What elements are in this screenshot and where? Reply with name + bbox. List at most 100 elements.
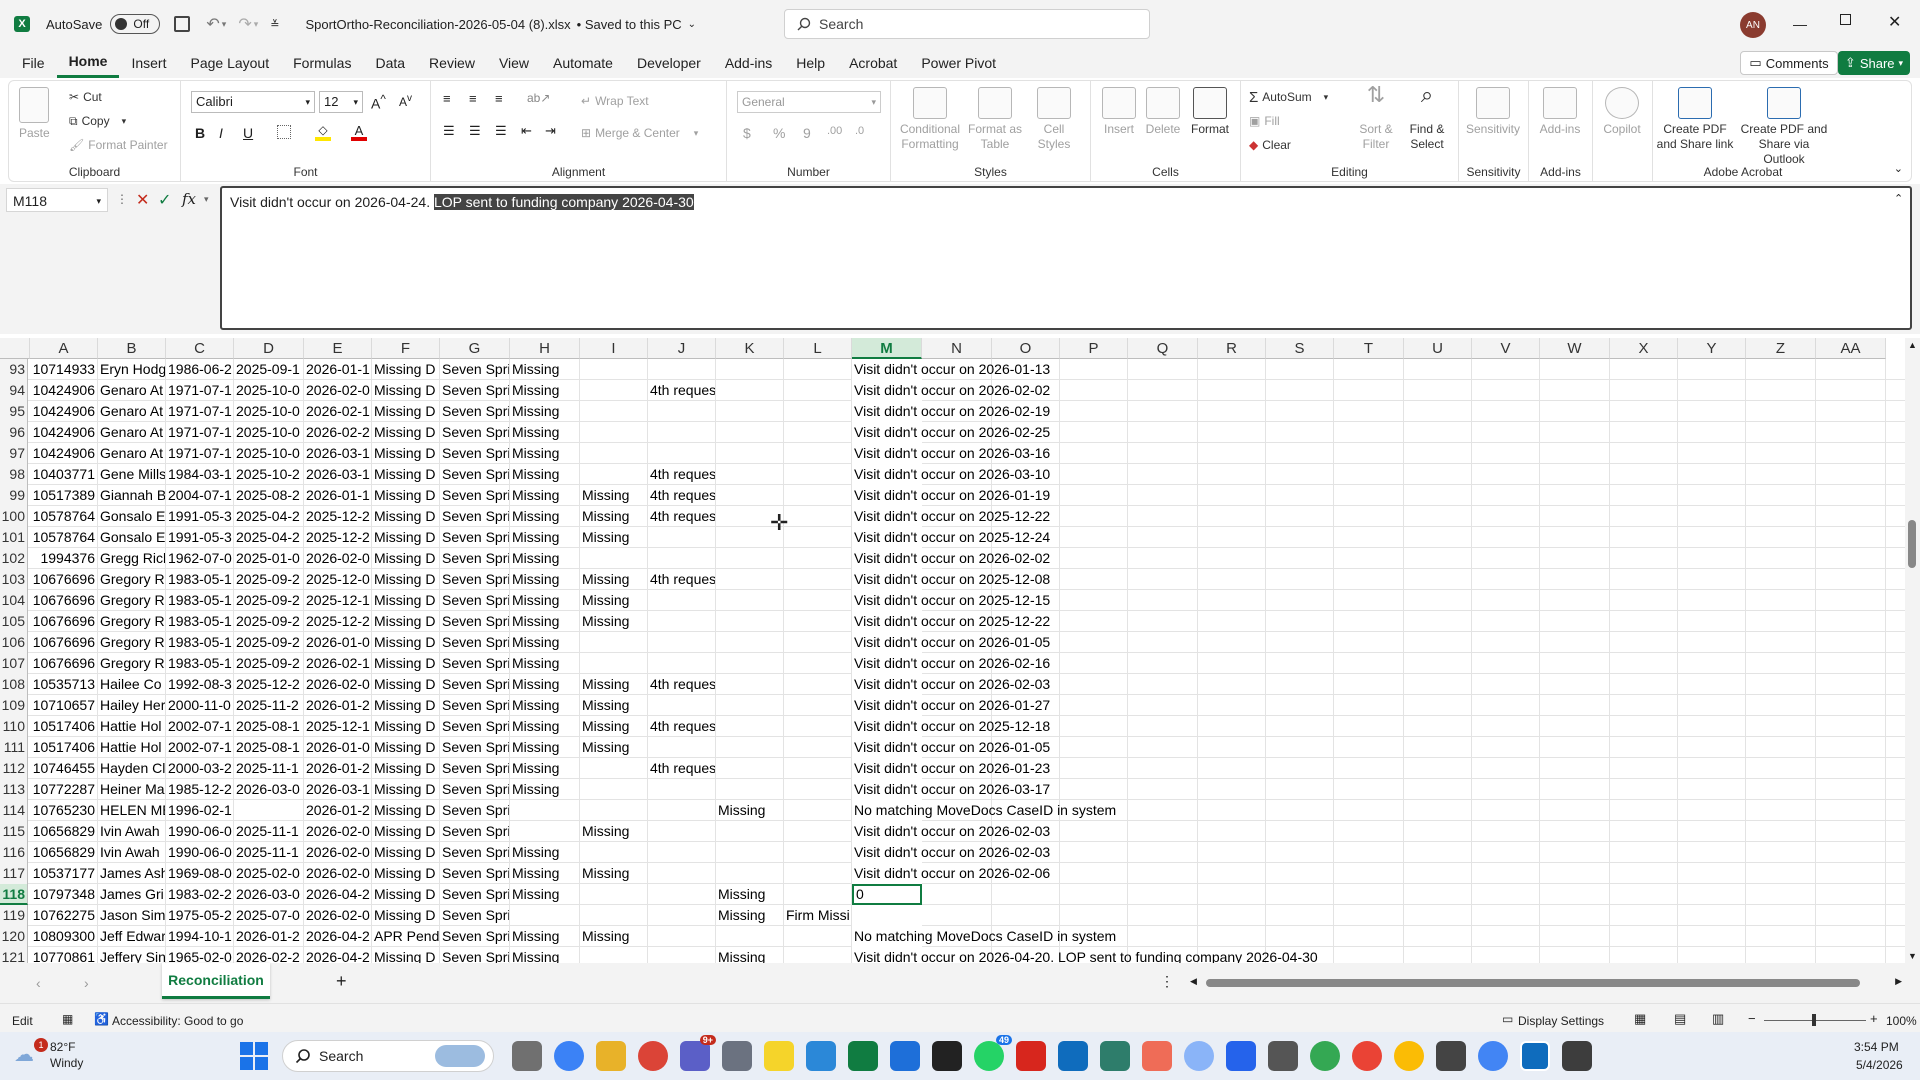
font-name-dropdown[interactable]: Calibri ▾ [191, 91, 315, 113]
empty-cell[interactable] [1540, 779, 1610, 800]
empty-cell[interactable] [1334, 401, 1404, 422]
format-painter-button[interactable]: 🖌 Format Painter [69, 133, 168, 157]
column-header-y[interactable]: Y [1678, 338, 1746, 359]
cell-g-113[interactable]: Seven Spri [440, 779, 510, 800]
empty-cell[interactable] [1678, 821, 1746, 842]
find-select-button[interactable]: ⌕ Find & Select [1403, 84, 1451, 152]
cell-f-116[interactable]: Missing D [372, 842, 440, 863]
cell-g-120[interactable]: Seven Spri [440, 926, 510, 947]
empty-cell[interactable] [1128, 716, 1198, 737]
cell-e-108[interactable]: 2026-02-0 [304, 674, 372, 695]
cell-m-94[interactable]: Visit didn't occur on 2026-02-02 [852, 380, 1050, 401]
empty-cell[interactable] [1472, 590, 1540, 611]
cell-f-108[interactable]: Missing D [372, 674, 440, 695]
empty-cell[interactable] [1404, 926, 1472, 947]
empty-cell[interactable] [1334, 884, 1404, 905]
empty-cell[interactable] [1678, 401, 1746, 422]
cell-k-119[interactable]: Missing [716, 905, 784, 926]
cell-m-121[interactable]: Visit didn't occur on 2026-04-20. LOP se… [852, 947, 1318, 963]
empty-cell[interactable] [1816, 926, 1886, 947]
empty-cell[interactable] [1610, 821, 1678, 842]
row-header[interactable]: 118 [0, 884, 28, 905]
cell-j-115[interactable] [648, 821, 716, 842]
cell-d-101[interactable]: 2025-04-2 [234, 527, 304, 548]
cell-e-104[interactable]: 2025-12-1 [304, 590, 372, 611]
cell-a-102[interactable]: 1994376 [30, 548, 98, 569]
cell-i-104[interactable]: Missing [580, 590, 648, 611]
cell-g-101[interactable]: Seven Spri [440, 527, 510, 548]
empty-cell[interactable] [1266, 779, 1334, 800]
empty-cell[interactable] [1610, 884, 1678, 905]
cell-i-121[interactable] [580, 947, 648, 963]
column-header-m[interactable]: M [852, 338, 922, 359]
cell-m-110[interactable]: Visit didn't occur on 2025-12-18 [852, 716, 1050, 737]
empty-cell[interactable] [1060, 779, 1128, 800]
cell-c-95[interactable]: 1971-07-1 [166, 401, 234, 422]
empty-cell[interactable] [1678, 653, 1746, 674]
cell-c-113[interactable]: 1985-12-2 [166, 779, 234, 800]
cell-e-94[interactable]: 2026-02-0 [304, 380, 372, 401]
cell-d-93[interactable]: 2025-09-1 [234, 359, 304, 380]
cell-k-96[interactable] [716, 422, 784, 443]
empty-cell[interactable] [1128, 569, 1198, 590]
cell-d-119[interactable]: 2025-07-0 [234, 905, 304, 926]
normal-view-icon[interactable]: ▦ [1634, 1011, 1646, 1027]
empty-cell[interactable] [1404, 863, 1472, 884]
empty-cell[interactable] [1678, 947, 1746, 963]
empty-cell[interactable] [1404, 716, 1472, 737]
empty-cell[interactable] [1266, 443, 1334, 464]
cell-e-97[interactable]: 2026-03-1 [304, 443, 372, 464]
cell-j-114[interactable] [648, 800, 716, 821]
underline-button[interactable]: U [243, 125, 253, 141]
cell-f-103[interactable]: Missing D [372, 569, 440, 590]
add-sheet-icon[interactable]: + [336, 971, 347, 992]
column-header-g[interactable]: G [440, 338, 510, 359]
cell-f-102[interactable]: Missing D [372, 548, 440, 569]
empty-cell[interactable] [1816, 947, 1886, 963]
cell-f-98[interactable]: Missing D [372, 464, 440, 485]
cell-a-93[interactable]: 10714933 [30, 359, 98, 380]
empty-cell[interactable] [1678, 548, 1746, 569]
cell-e-101[interactable]: 2025-12-2 [304, 527, 372, 548]
empty-cell[interactable] [1678, 842, 1746, 863]
tab-power-pivot[interactable]: Power Pivot [909, 48, 1008, 78]
empty-cell[interactable] [1198, 800, 1266, 821]
cell-a-107[interactable]: 10676696 [30, 653, 98, 674]
cell-l-109[interactable] [784, 695, 852, 716]
zoom-level[interactable]: 100% [1886, 1014, 1917, 1028]
empty-cell[interactable] [1746, 443, 1816, 464]
cell-a-100[interactable]: 10578764 [30, 506, 98, 527]
empty-cell[interactable] [1678, 632, 1746, 653]
empty-cell[interactable] [1610, 632, 1678, 653]
row-header[interactable]: 102 [0, 548, 28, 569]
cell-j-97[interactable] [648, 443, 716, 464]
empty-cell[interactable] [1610, 485, 1678, 506]
empty-cell[interactable] [1472, 653, 1540, 674]
bold-button[interactable]: B [195, 125, 205, 141]
cell-m-99[interactable]: Visit didn't occur on 2026-01-19 [852, 485, 1050, 506]
empty-cell[interactable] [1678, 464, 1746, 485]
cell-d-115[interactable]: 2025-11-1 [234, 821, 304, 842]
app-asterisk-icon[interactable] [1142, 1041, 1172, 1071]
empty-cell[interactable] [1472, 611, 1540, 632]
cell-j-121[interactable] [648, 947, 716, 963]
empty-cell[interactable] [1746, 485, 1816, 506]
cell-d-108[interactable]: 2025-12-2 [234, 674, 304, 695]
empty-cell[interactable] [1060, 443, 1128, 464]
cell-d-97[interactable]: 2025-10-0 [234, 443, 304, 464]
empty-cell[interactable] [1128, 737, 1198, 758]
empty-cell[interactable] [1128, 653, 1198, 674]
tab-acrobat[interactable]: Acrobat [837, 48, 909, 78]
empty-cell[interactable] [1266, 842, 1334, 863]
cell-m-95[interactable]: Visit didn't occur on 2026-02-19 [852, 401, 1050, 422]
app-square-icon[interactable] [1226, 1041, 1256, 1071]
cell-h-103[interactable]: Missing [510, 569, 580, 590]
empty-cell[interactable] [1128, 800, 1198, 821]
empty-cell[interactable] [1128, 758, 1198, 779]
cell-j-112[interactable]: 4th reques [648, 758, 716, 779]
cell-f-115[interactable]: Missing D [372, 821, 440, 842]
cell-e-119[interactable]: 2026-02-0 [304, 905, 372, 926]
cell-i-108[interactable]: Missing [580, 674, 648, 695]
cell-g-107[interactable]: Seven Spri [440, 653, 510, 674]
empty-cell[interactable] [1128, 422, 1198, 443]
